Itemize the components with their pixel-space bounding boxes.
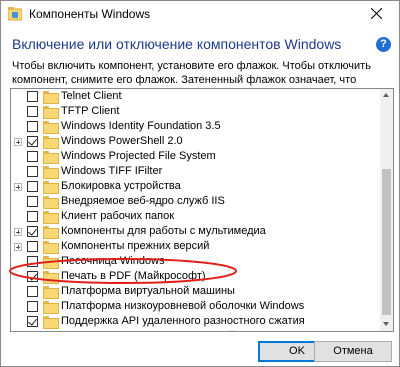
feature-checkbox[interactable] — [27, 136, 38, 147]
help-icon[interactable]: ? — [376, 37, 391, 52]
feature-checkbox[interactable] — [27, 301, 38, 312]
feature-checkbox[interactable] — [27, 91, 38, 102]
feature-item[interactable]: Windows Projected File System — [11, 149, 381, 164]
folder-icon — [43, 121, 59, 134]
features-tree[interactable]: Telnet Client TFTP Client Windows Identity… — [10, 88, 394, 332]
feature-item[interactable]: Платформа низкоуровневой оболочки Window… — [11, 299, 381, 314]
dialog-heading: Включение или отключение компонентов Win… — [12, 36, 342, 52]
feature-label: Поддержка общего доступа к файлам SMB 1.… — [61, 330, 328, 331]
feature-label: Windows Identity Foundation 3.5 — [61, 120, 221, 132]
folder-icon — [43, 301, 59, 314]
feature-checkbox[interactable] — [27, 106, 38, 117]
windows-features-icon — [8, 7, 22, 21]
cancel-button[interactable]: Отмена — [314, 341, 392, 362]
feature-item[interactable]: Клиент рабочих папок — [11, 209, 381, 224]
feature-checkbox[interactable] — [27, 196, 38, 207]
close-icon — [371, 8, 382, 19]
folder-icon — [43, 166, 59, 179]
feature-item[interactable]: Компоненты прежних версий — [11, 239, 381, 254]
feature-label: Внедряемое веб-ядро служб IIS — [61, 195, 225, 207]
folder-icon — [43, 151, 59, 164]
feature-checkbox[interactable] — [27, 121, 38, 132]
feature-label: Блокировка устройства — [61, 180, 181, 192]
scroll-down-arrow-icon[interactable] — [380, 318, 393, 331]
folder-icon — [43, 226, 59, 239]
feature-label: Компоненты для работы с мультимедиа — [61, 225, 266, 237]
feature-label: Windows TIFF IFilter — [61, 165, 163, 177]
feature-item[interactable]: Блокировка устройства — [11, 179, 381, 194]
feature-label: TFTP Client — [61, 105, 120, 117]
feature-item[interactable]: Windows Identity Foundation 3.5 — [11, 119, 381, 134]
feature-checkbox[interactable] — [27, 211, 38, 222]
expand-plus-icon[interactable] — [14, 243, 22, 251]
feature-label: Windows Projected File System — [61, 150, 216, 162]
feature-label: Клиент рабочих папок — [61, 210, 175, 222]
feature-item[interactable]: Windows PowerShell 2.0 — [11, 134, 381, 149]
folder-icon — [43, 196, 59, 209]
feature-item[interactable]: Компоненты для работы с мультимедиа — [11, 224, 381, 239]
scrollbar-thumb[interactable] — [382, 169, 391, 315]
feature-item[interactable]: Платформа виртуальной машины — [11, 284, 381, 299]
feature-item[interactable]: Поддержка API удаленного разностного сжа… — [11, 314, 381, 329]
feature-checkbox[interactable] — [27, 151, 38, 162]
red-ellipse-annotation — [9, 258, 237, 284]
feature-checkbox[interactable] — [27, 166, 38, 177]
feature-checkbox[interactable] — [27, 331, 38, 332]
feature-label: Платформа виртуальной машины — [61, 285, 235, 297]
feature-item[interactable]: TFTP Client — [11, 104, 381, 119]
feature-checkbox[interactable] — [27, 316, 38, 327]
features-list: Telnet Client TFTP Client Windows Identity… — [11, 89, 381, 332]
folder-icon — [43, 181, 59, 194]
feature-item[interactable]: Поддержка общего доступа к файлам SMB 1.… — [11, 329, 381, 332]
folder-icon — [43, 106, 59, 119]
folder-icon — [43, 286, 59, 299]
features-dialog: Компоненты Windows Включение или отключе… — [0, 0, 400, 367]
feature-checkbox[interactable] — [27, 286, 38, 297]
expand-plus-icon[interactable] — [14, 228, 22, 236]
feature-label: Telnet Client — [61, 90, 122, 102]
folder-icon — [43, 331, 57, 332]
feature-label: Компоненты прежних версий — [61, 240, 210, 252]
feature-checkbox[interactable] — [27, 241, 38, 252]
feature-item[interactable]: Telnet Client — [11, 89, 381, 104]
expand-plus-icon[interactable] — [14, 183, 22, 191]
feature-label: Поддержка API удаленного разностного сжа… — [61, 315, 305, 327]
scroll-up-arrow-icon[interactable] — [380, 89, 393, 102]
folder-icon — [43, 241, 59, 254]
folder-icon — [43, 136, 59, 149]
folder-icon — [43, 91, 59, 104]
close-button[interactable] — [355, 1, 399, 27]
title-bar: Компоненты Windows — [1, 1, 399, 27]
feature-checkbox[interactable] — [27, 181, 38, 192]
feature-label: Платформа низкоуровневой оболочки Window… — [61, 300, 305, 312]
folder-icon — [43, 316, 59, 329]
feature-checkbox[interactable] — [27, 226, 38, 237]
window-title: Компоненты Windows — [29, 7, 151, 21]
vertical-scrollbar[interactable] — [380, 89, 393, 331]
expand-plus-icon[interactable] — [14, 138, 22, 146]
folder-icon — [43, 211, 59, 224]
feature-label: Windows PowerShell 2.0 — [61, 135, 183, 147]
feature-item[interactable]: Внедряемое веб-ядро служб IIS — [11, 194, 381, 209]
feature-item[interactable]: Windows TIFF IFilter — [11, 164, 381, 179]
